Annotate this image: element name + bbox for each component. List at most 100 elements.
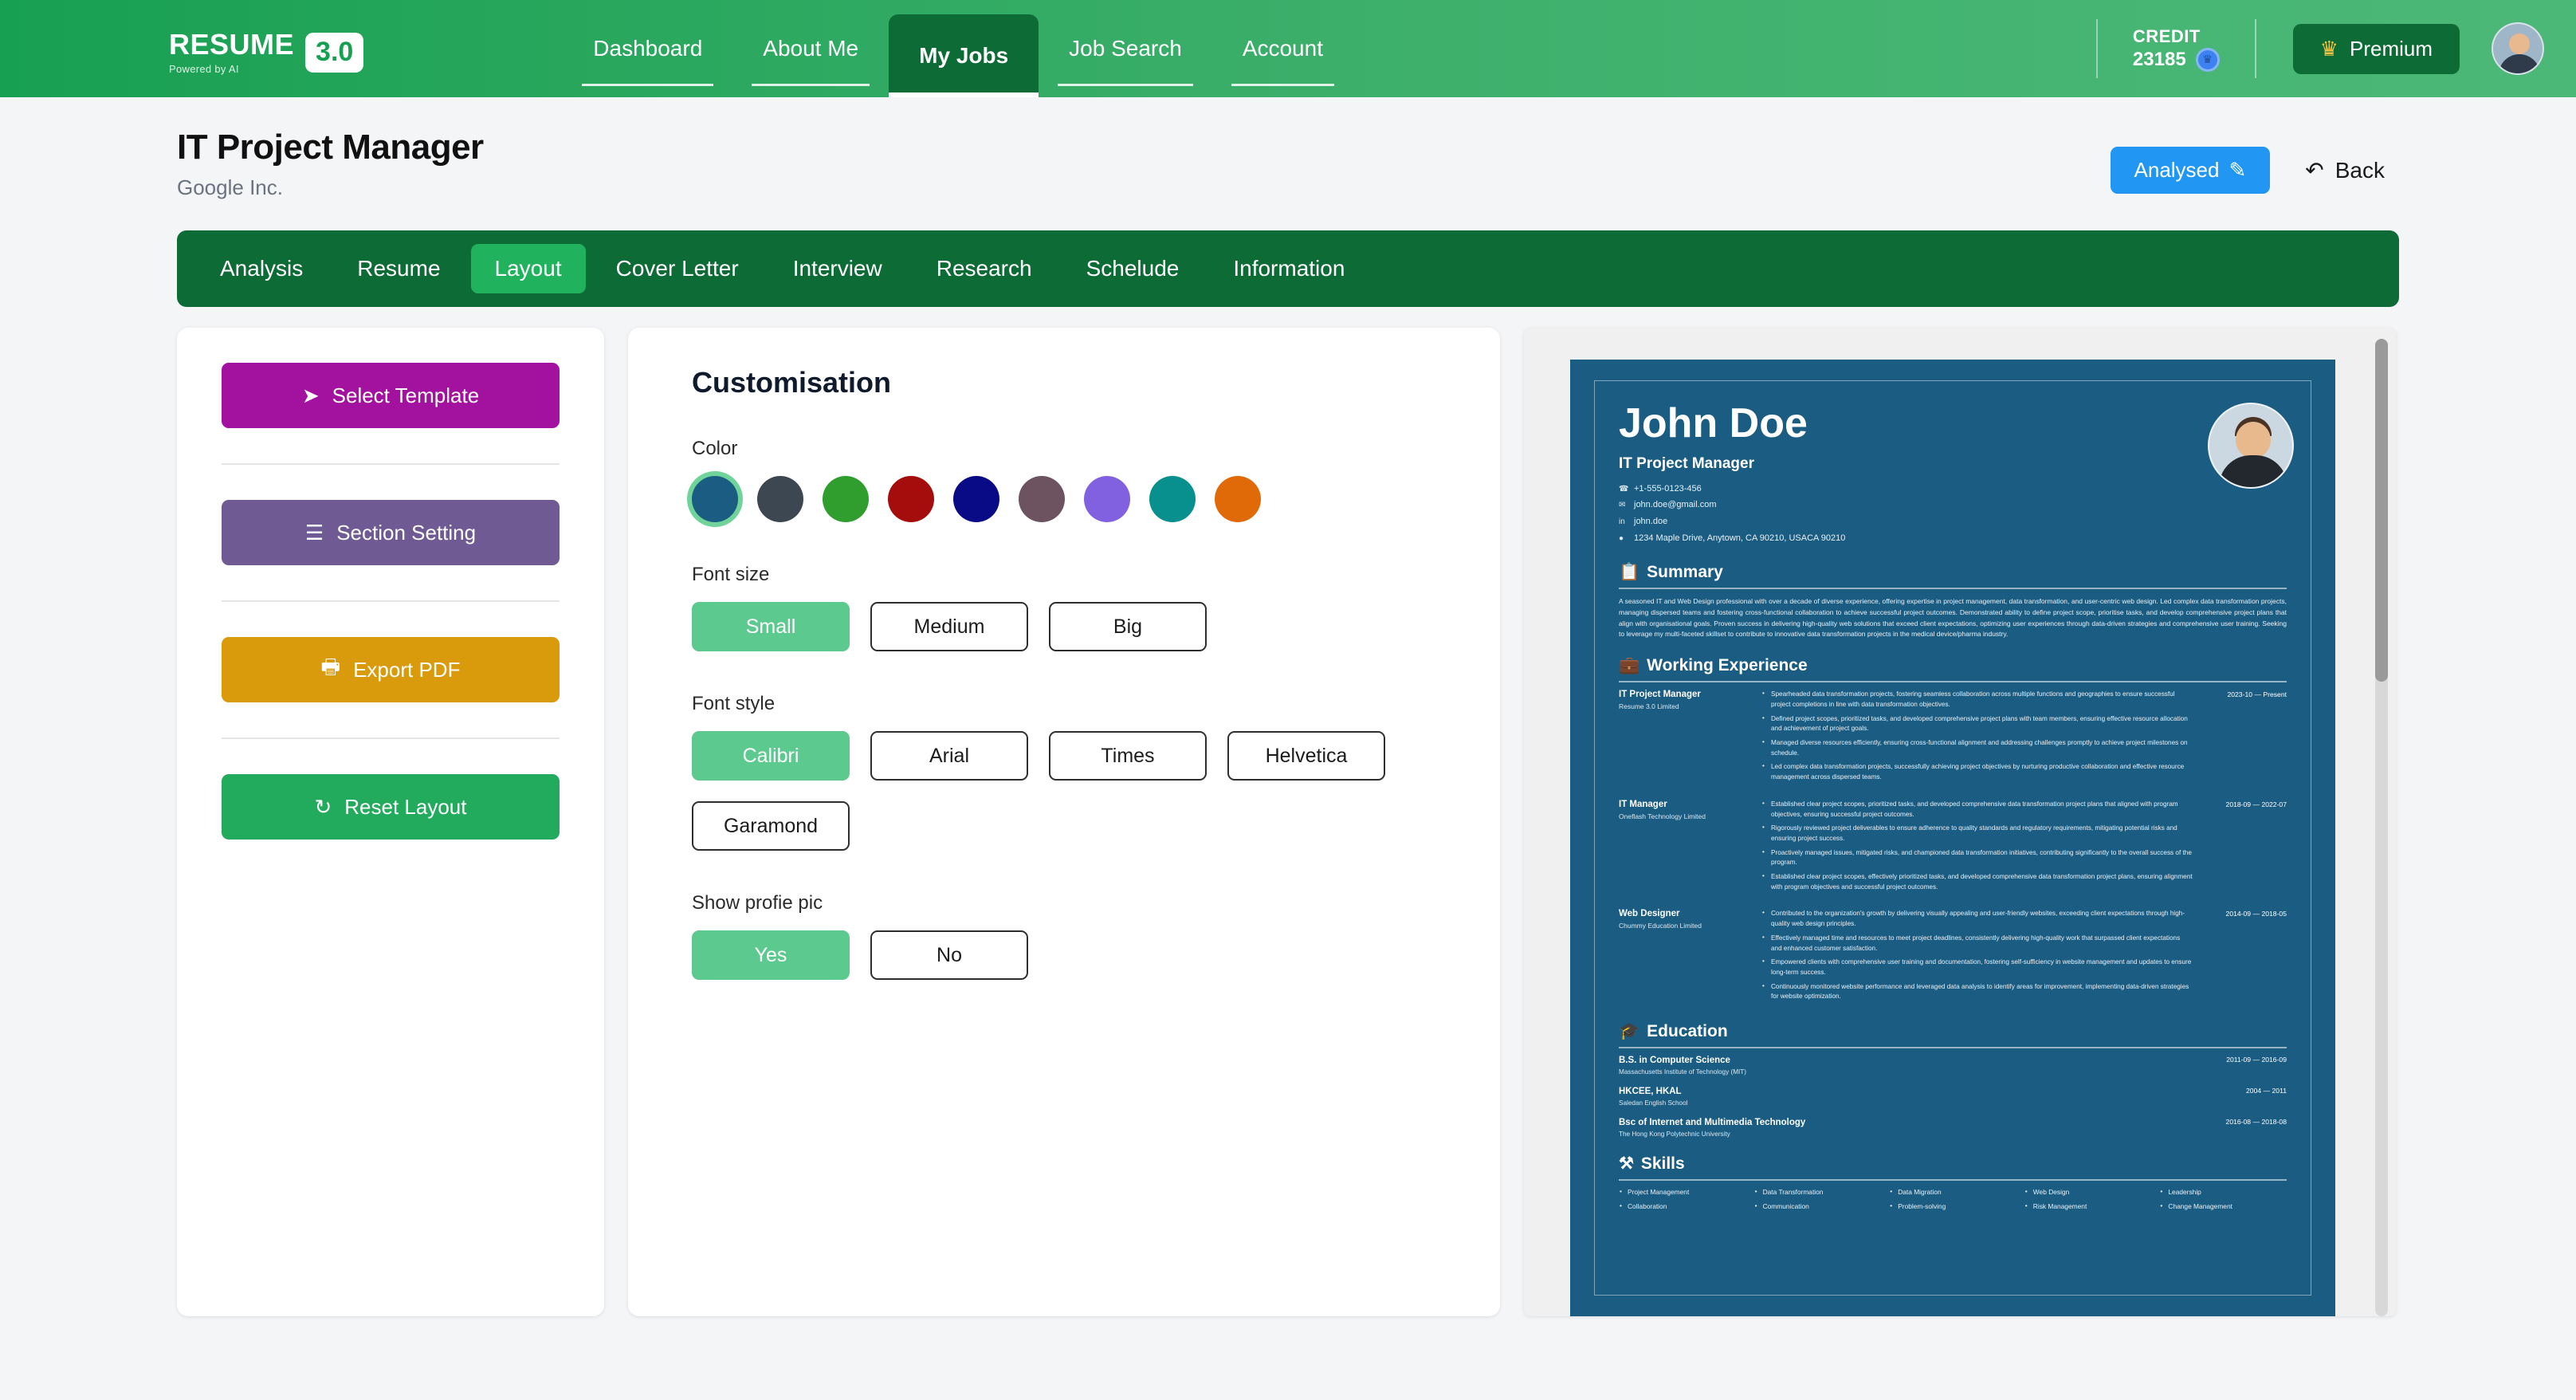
- experience-bullet: Established clear project scopes, effect…: [1761, 871, 2193, 892]
- contact-phone: ☎ +1-555-0123-456: [1619, 481, 2287, 497]
- nav-item-about-me[interactable]: About Me: [732, 0, 889, 97]
- section-setting-button[interactable]: ☰ Section Setting: [222, 500, 560, 565]
- select-template-label: Select Template: [332, 383, 480, 407]
- email-icon: ✉: [1619, 501, 1626, 510]
- tab-information[interactable]: Information: [1209, 244, 1368, 293]
- nav-right-cluster: CREDIT 23185 ♛ ♛ Premium: [2095, 0, 2576, 97]
- section-tabbar: Analysis Resume Layout Cover Letter Inte…: [177, 230, 2399, 307]
- contact-email-text: john.doe@gmail.com: [1634, 500, 1717, 510]
- credit-display[interactable]: CREDIT 23185 ♛: [2095, 19, 2256, 78]
- experience-bullet: Spearheaded data transformation projects…: [1761, 689, 2193, 710]
- education-school: The Hong Kong Polytechnic University: [1619, 1131, 1730, 1138]
- summary-text: A seasoned IT and Web Design professiona…: [1619, 597, 2287, 639]
- profile-pic-no[interactable]: No: [870, 930, 1028, 980]
- reset-layout-label: Reset Layout: [344, 794, 467, 819]
- divider: [1619, 681, 2287, 683]
- status-badge[interactable]: Analysed ✎: [2110, 147, 2271, 194]
- page-header: IT Project Manager Google Inc. Analysed …: [0, 97, 2576, 200]
- nav-item-account[interactable]: Account: [1212, 0, 1353, 97]
- undo-arrow-icon: ↶: [2305, 158, 2324, 183]
- preview-scrollbar[interactable]: [2375, 339, 2388, 1316]
- skill-item: Data Transformation: [1754, 1187, 1882, 1196]
- font-style-helvetica[interactable]: Helvetica: [1227, 731, 1385, 781]
- tab-schelude[interactable]: Schelude: [1062, 244, 1204, 293]
- education-school: Saledan English School: [1619, 1099, 1688, 1107]
- reset-layout-button[interactable]: ↻ Reset Layout: [222, 774, 560, 840]
- font-size-big[interactable]: Big: [1049, 602, 1207, 651]
- premium-button[interactable]: ♛ Premium: [2292, 23, 2460, 74]
- tab-cover-letter[interactable]: Cover Letter: [592, 244, 763, 293]
- color-swatch-4[interactable]: [953, 476, 999, 522]
- resume-name: John Doe: [1619, 400, 1808, 446]
- brand-logo[interactable]: RESUME Powered by AI 3.0: [0, 30, 364, 97]
- export-pdf-button[interactable]: 🖶 Export PDF: [222, 637, 560, 702]
- contact-address-text: 1234 Maple Drive, Anytown, CA 90210, USA…: [1634, 533, 1846, 544]
- font-size-medium[interactable]: Medium: [870, 602, 1028, 651]
- profile-pic-yes[interactable]: Yes: [692, 930, 850, 980]
- brand-version-badge: 3.0: [305, 33, 364, 73]
- experience-item: Web Designer Chummy Education Limited Co…: [1619, 908, 2287, 1006]
- scrollbar-thumb[interactable]: [2375, 339, 2388, 682]
- experience-date: 2014-09 — 2018-05: [2225, 910, 2287, 918]
- education-date: 2016-08 — 2018-08: [2225, 1118, 2287, 1127]
- tab-resume[interactable]: Resume: [333, 244, 464, 293]
- experience-bullet: Empowered clients with comprehensive use…: [1761, 957, 2193, 977]
- select-template-button[interactable]: ➤ Select Template: [222, 363, 560, 428]
- experience-bullet: Managed diverse resources efficiently, e…: [1761, 737, 2193, 758]
- avatar[interactable]: [2492, 22, 2544, 75]
- tab-research[interactable]: Research: [913, 244, 1056, 293]
- brand-tagline: Powered by AI: [169, 63, 239, 75]
- color-swatch-0[interactable]: [692, 476, 738, 522]
- nav-item-my-jobs[interactable]: My Jobs: [889, 14, 1039, 97]
- font-size-label: Font size: [692, 564, 770, 585]
- back-button[interactable]: ↶ Back: [2305, 157, 2385, 183]
- tab-interview[interactable]: Interview: [769, 244, 906, 293]
- main-nav: Dashboard About Me My Jobs Job Search Ac…: [563, 0, 1353, 97]
- font-size-small[interactable]: Small: [692, 602, 850, 651]
- color-swatch-5[interactable]: [1019, 476, 1065, 522]
- experience-bullet: Rigorously reviewed project deliverables…: [1761, 823, 2193, 844]
- color-swatch-3[interactable]: [888, 476, 934, 522]
- briefcase-icon: 💼: [1619, 656, 1640, 675]
- profile-pic-group: Yes No: [692, 930, 1436, 980]
- skill-item: Project Management: [1619, 1187, 1746, 1196]
- tab-analysis[interactable]: Analysis: [196, 244, 327, 293]
- font-style-calibri[interactable]: Calibri: [692, 731, 850, 781]
- contact-email: ✉ john.doe@gmail.com: [1619, 497, 2287, 513]
- section-setting-label: Section Setting: [336, 520, 477, 545]
- skills-section-heading: ⚒ Skills: [1619, 1154, 2287, 1174]
- crown-icon: ♛: [2195, 47, 2220, 72]
- color-swatch-2[interactable]: [823, 476, 869, 522]
- graduation-cap-icon: 🎓: [1619, 1022, 1640, 1041]
- resume-role: IT Project Manager: [1619, 454, 1754, 472]
- color-swatch-8[interactable]: [1215, 476, 1261, 522]
- education-heading-text: Education: [1647, 1022, 1728, 1041]
- font-style-arial[interactable]: Arial: [870, 731, 1028, 781]
- experience-item: IT Manager Oneflash Technology Limited E…: [1619, 799, 2287, 897]
- font-style-garamond[interactable]: Garamond: [692, 801, 850, 851]
- education-degree: Bsc of Internet and Multimedia Technolog…: [1619, 1118, 1806, 1128]
- experience-bullet: Established clear project scopes, priori…: [1761, 799, 2193, 820]
- experience-item: IT Project Manager Resume 3.0 Limited Sp…: [1619, 689, 2287, 787]
- divider: [1619, 1047, 2287, 1049]
- color-swatch-7[interactable]: [1149, 476, 1196, 522]
- education-section-heading: 🎓 Education: [1619, 1022, 2287, 1041]
- education-degree: HKCEE, HKAL: [1619, 1087, 1682, 1097]
- divider: [222, 737, 560, 739]
- contact-linkedin-text: john.doe: [1634, 517, 1668, 527]
- sliders-icon: ☰: [304, 520, 324, 545]
- divider: [222, 600, 560, 602]
- color-swatch-6[interactable]: [1084, 476, 1130, 522]
- nav-item-dashboard[interactable]: Dashboard: [563, 0, 732, 97]
- education-date: 2011-09 — 2016-09: [2226, 1056, 2287, 1064]
- skill-item: Change Management: [2159, 1201, 2287, 1210]
- font-style-label: Font style: [692, 693, 776, 714]
- experience-bullet: Contributed to the organization's growth…: [1761, 908, 2193, 929]
- nav-item-job-search[interactable]: Job Search: [1039, 0, 1212, 97]
- font-style-times[interactable]: Times: [1049, 731, 1207, 781]
- color-swatch-1[interactable]: [757, 476, 803, 522]
- summary-heading-text: Summary: [1647, 563, 1723, 582]
- crown-icon: ♛: [2319, 36, 2338, 61]
- tab-layout[interactable]: Layout: [470, 244, 586, 293]
- resume-contact-list: ☎ +1-555-0123-456 ✉ john.doe@gmail.com i…: [1619, 481, 2287, 548]
